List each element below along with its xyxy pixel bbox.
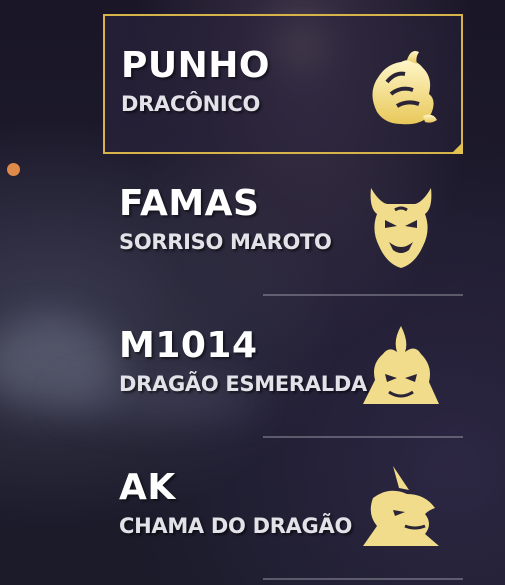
dragon-head-icon — [359, 322, 443, 412]
divider — [263, 578, 463, 580]
skin-subtitle: DRAGÃO ESMERALDA — [119, 372, 367, 396]
skin-item-punho[interactable]: PUNHO DRACÔNICO — [103, 14, 463, 154]
skin-item-famas[interactable]: FAMAS SORRISO MAROTO — [103, 154, 463, 296]
skin-item-m1014[interactable]: M1014 DRAGÃO ESMERALDA — [103, 296, 463, 438]
skin-list: PUNHO DRACÔNICO FAMAS SORRISO MAROTO M10… — [103, 14, 463, 580]
skin-subtitle: CHAMA DO DRAGÃO — [119, 514, 352, 538]
skin-title: M1014 — [119, 325, 258, 366]
skin-item-ak[interactable]: AK CHAMA DO DRAGÃO — [103, 438, 463, 580]
fire-dragon-icon — [359, 464, 443, 554]
skin-title: PUNHO — [121, 45, 270, 86]
indicator-dot — [7, 163, 20, 176]
skin-subtitle: DRACÔNICO — [121, 92, 261, 116]
skin-subtitle: SORRISO MAROTO — [119, 230, 332, 254]
skin-title: FAMAS — [119, 183, 260, 224]
oni-mask-icon — [359, 180, 443, 270]
skin-title: AK — [119, 467, 176, 508]
dragon-fist-icon — [357, 42, 441, 132]
